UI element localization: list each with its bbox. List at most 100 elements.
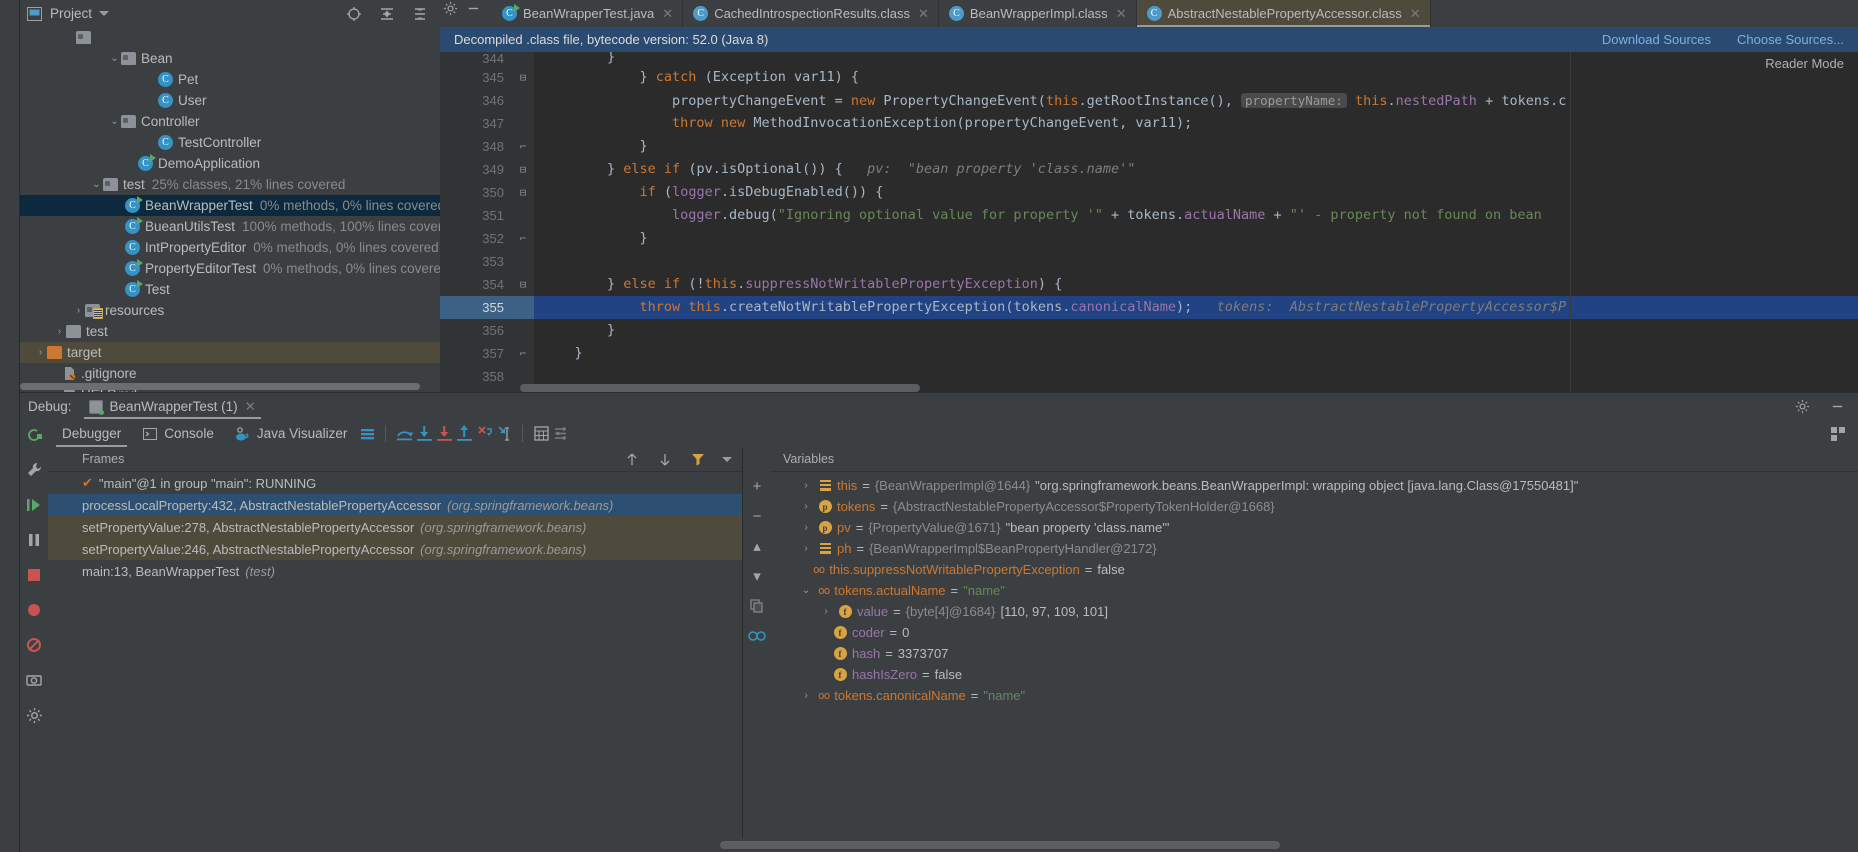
tree-row-testcontroller[interactable]: C TestController xyxy=(20,132,440,153)
fold-collapse-icon[interactable]: ⊟ xyxy=(512,181,534,204)
project-tree[interactable]: ⌄ Bean C Pet C User ⌄ Controller C TestC… xyxy=(20,27,440,392)
move-up-icon[interactable]: ▴ xyxy=(747,537,767,555)
pause-icon[interactable] xyxy=(23,529,45,551)
drop-frame-icon[interactable] xyxy=(474,424,494,444)
step-over-icon[interactable] xyxy=(394,424,414,444)
up-arrow-icon[interactable] xyxy=(623,451,640,468)
tree-row-propertyeditortest[interactable]: C PropertyEditorTest 0% methods, 0% line… xyxy=(20,258,440,279)
close-icon[interactable]: ✕ xyxy=(918,6,929,22)
minimize-icon[interactable] xyxy=(1829,398,1846,415)
collapse-all-icon[interactable] xyxy=(378,5,395,22)
step-out-icon[interactable] xyxy=(454,424,474,444)
settings-gear-icon[interactable] xyxy=(23,704,45,726)
tree-row-cutoff[interactable] xyxy=(20,27,440,48)
fold-collapse-icon[interactable]: ⊟ xyxy=(512,66,534,89)
variable-row-ph[interactable]: › ph = {BeanWrapperImpl$BeanPropertyHand… xyxy=(771,538,1858,559)
rerun-icon[interactable] xyxy=(23,424,45,446)
expand-all-icon[interactable] xyxy=(411,5,428,22)
variable-row-hash[interactable]: f hash = 3373707 xyxy=(771,643,1858,664)
variable-row-tokens[interactable]: › p tokens = {AbstractNestablePropertyAc… xyxy=(771,496,1858,517)
project-tree-hscrollbar[interactable] xyxy=(20,383,420,390)
code-area[interactable]: 344 345 346 347 348 349 350 351 352 353 … xyxy=(440,52,1858,392)
add-icon[interactable]: + xyxy=(747,477,767,495)
tab-debugger[interactable]: Debugger xyxy=(52,420,131,447)
frame-row-3[interactable]: main:13, BeanWrapperTest (test) xyxy=(48,560,742,582)
tree-row-bean[interactable]: ⌄ Bean xyxy=(20,48,440,69)
remove-icon[interactable]: − xyxy=(747,507,767,525)
settings-gear-icon[interactable] xyxy=(1794,398,1811,415)
editor-tab-3[interactable]: C AbstractNestablePropertyAccessor.class… xyxy=(1136,0,1431,28)
tree-row-intpropertyeditor[interactable]: C IntPropertyEditor 0% methods, 0% lines… xyxy=(20,237,440,258)
tree-row-pet[interactable]: C Pet xyxy=(20,69,440,90)
chevron-right-icon[interactable]: › xyxy=(799,522,813,533)
fold-end-icon[interactable]: ⌐ xyxy=(512,135,534,158)
fold-collapse-icon[interactable]: ⊟ xyxy=(512,158,534,181)
fold-end-icon[interactable]: ⌐ xyxy=(512,342,534,365)
variable-row-canonicalname[interactable]: › oo tokens.canonicalName = "name" xyxy=(771,685,1858,706)
tree-row-resources[interactable]: › resources xyxy=(20,300,440,321)
fold-collapse-icon[interactable]: ⊟ xyxy=(512,273,534,296)
minimize-icon[interactable] xyxy=(465,0,482,17)
chevron-down-icon[interactable]: ⌄ xyxy=(108,116,121,127)
tree-row-gitignore[interactable]: .gitignore xyxy=(20,363,440,384)
mute-breakpoints-icon[interactable] xyxy=(23,634,45,656)
tree-row-controller[interactable]: ⌄ Controller xyxy=(20,111,440,132)
chevron-down-icon[interactable]: ⌄ xyxy=(90,179,103,190)
chevron-right-icon[interactable]: › xyxy=(799,501,813,512)
chevron-right-icon[interactable]: › xyxy=(799,480,813,491)
close-icon[interactable]: ✕ xyxy=(245,399,256,415)
evaluate-icon[interactable] xyxy=(531,424,551,444)
frames-list[interactable]: ✔ "main"@1 in group "main": RUNNING proc… xyxy=(48,472,742,838)
tab-java-visualizer[interactable]: Java Visualizer xyxy=(224,420,358,447)
variable-row-pv[interactable]: › p pv = {PropertyValue@1671} "bean prop… xyxy=(771,517,1858,538)
tab-console[interactable]: Console xyxy=(131,420,224,447)
resume-icon[interactable] xyxy=(23,494,45,516)
variable-row-actualname[interactable]: ⌄ oo tokens.actualName = "name" xyxy=(771,580,1858,601)
down-arrow-icon[interactable] xyxy=(656,451,673,468)
move-down-icon[interactable]: ▾ xyxy=(747,567,767,585)
variable-row-suppress[interactable]: oo this.suppressNotWritablePropertyExcep… xyxy=(771,559,1858,580)
tree-row-test-package[interactable]: ⌄ test 25% classes, 21% lines covered xyxy=(20,174,440,195)
chevron-right-icon[interactable]: › xyxy=(799,690,813,701)
copy-icon[interactable] xyxy=(747,597,767,615)
stop-icon[interactable] xyxy=(23,564,45,586)
frame-row-0[interactable]: processLocalProperty:432, AbstractNestab… xyxy=(48,494,742,516)
run-to-cursor-icon[interactable] xyxy=(494,424,514,444)
close-icon[interactable]: ✕ xyxy=(1116,6,1127,22)
frame-row-2[interactable]: setPropertyValue:246, AbstractNestablePr… xyxy=(48,538,742,560)
force-step-into-icon[interactable] xyxy=(434,424,454,444)
settings-icon[interactable] xyxy=(551,424,571,444)
step-into-icon[interactable] xyxy=(414,424,434,444)
choose-sources-link[interactable]: Choose Sources... xyxy=(1737,32,1844,47)
watch-icon[interactable] xyxy=(747,627,767,645)
chevron-right-icon[interactable]: › xyxy=(72,305,85,316)
variable-row-value[interactable]: › f value = {byte[4]@1684} [110, 97, 109… xyxy=(771,601,1858,622)
variables-hscrollbar[interactable] xyxy=(720,841,1280,849)
chevron-down-icon[interactable] xyxy=(99,11,110,16)
debug-session-tab[interactable]: BeanWrapperTest (1) ✕ xyxy=(81,393,264,420)
tree-row-target[interactable]: › target xyxy=(20,342,440,363)
close-icon[interactable]: ✕ xyxy=(1410,6,1421,22)
layout-icon[interactable] xyxy=(357,424,377,444)
chevron-down-icon[interactable] xyxy=(722,456,732,462)
chevron-down-icon[interactable]: ⌄ xyxy=(108,53,121,64)
frame-row-1[interactable]: setPropertyValue:278, AbstractNestablePr… xyxy=(48,516,742,538)
thread-row[interactable]: ✔ "main"@1 in group "main": RUNNING xyxy=(48,472,742,494)
code-folding-gutter[interactable]: ⊟ ⌐ ⊟ ⊟ ⌐ ⊟ ⌐ xyxy=(512,52,534,392)
fold-end-icon[interactable]: ⌐ xyxy=(512,227,534,250)
tree-row-demoapplication[interactable]: C DemoApplication xyxy=(20,153,440,174)
wrench-icon[interactable] xyxy=(23,459,45,481)
code-text[interactable]: } } catch (Exception var11) { propertyCh… xyxy=(534,52,1858,392)
chevron-right-icon[interactable]: › xyxy=(53,326,66,337)
chevron-right-icon[interactable]: › xyxy=(799,543,813,554)
editor-tab-2[interactable]: C BeanWrapperImpl.class ✕ xyxy=(939,0,1137,27)
editor-tab-1[interactable]: C CachedIntrospectionResults.class ✕ xyxy=(683,0,939,27)
variable-row-this[interactable]: › this = {BeanWrapperImpl@1644} "org.spr… xyxy=(771,475,1858,496)
tree-row-bueanutilstest[interactable]: C BueanUtilsTest 100% methods, 100% line… xyxy=(20,216,440,237)
variables-list[interactable]: › this = {BeanWrapperImpl@1644} "org.spr… xyxy=(771,472,1858,838)
editor-hscrollbar[interactable] xyxy=(520,384,1842,392)
chevron-down-icon[interactable]: ⌄ xyxy=(799,585,813,596)
camera-icon[interactable] xyxy=(23,669,45,691)
variable-row-hashiszero[interactable]: f hashIsZero = false xyxy=(771,664,1858,685)
filter-icon[interactable] xyxy=(689,451,706,468)
